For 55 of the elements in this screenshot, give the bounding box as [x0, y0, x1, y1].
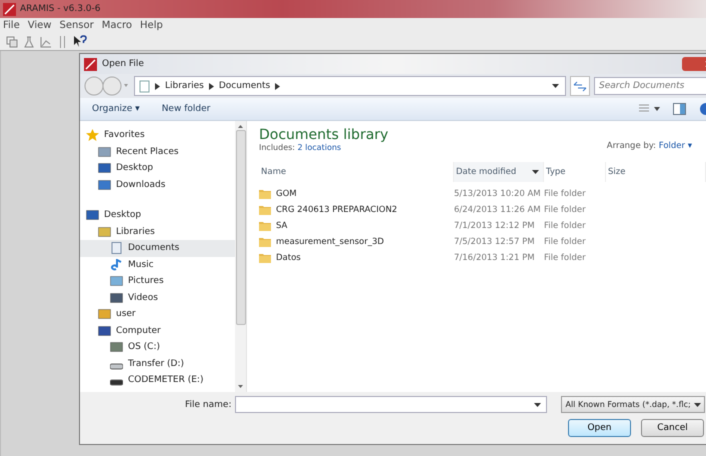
- nav-item[interactable]: Music: [80, 256, 235, 273]
- column-header[interactable]: Size: [606, 162, 706, 182]
- file-type-dropdown[interactable]: All Known Formats (*.dap, *.flc;: [561, 396, 705, 413]
- nav-item[interactable]: Videos: [80, 290, 235, 306]
- open-button[interactable]: Open: [568, 419, 631, 437]
- dialog-title: Open File: [102, 59, 144, 69]
- date-cell-text: 7/1/2013 12:12 PM: [454, 220, 536, 233]
- menu-item[interactable]: File: [3, 20, 20, 31]
- file-name-cell[interactable]: measurement_sensor_3D: [259, 234, 454, 250]
- new-folder-button[interactable]: New folder: [162, 104, 210, 114]
- locations-link[interactable]: 2 locations: [298, 143, 342, 152]
- arrange-dropdown[interactable]: Folder ▾: [658, 141, 692, 151]
- nav-item[interactable]: Libraries: [80, 224, 235, 240]
- nav-item[interactable]: OS (C:): [80, 339, 235, 356]
- date-cell-text: 7/16/2013 1:21 PM: [454, 252, 536, 265]
- file-name-cell[interactable]: SA: [259, 218, 454, 234]
- menu-item[interactable]: Sensor: [59, 20, 94, 31]
- nav-item[interactable]: Recent Places: [80, 144, 235, 160]
- menu-item[interactable]: Macro: [102, 20, 132, 31]
- date-cell-text: 6/24/2013 11:26 AM: [454, 204, 542, 217]
- type-cell-text: File folder: [544, 236, 587, 249]
- column-header[interactable]: Date modified: [454, 162, 544, 182]
- breadcrumb-item[interactable]: Documents: [218, 81, 270, 91]
- type-cell-text: File folder: [544, 188, 587, 201]
- file-name-label: File name:: [185, 400, 232, 410]
- nav-item[interactable]: Favorites: [80, 127, 235, 144]
- organize-menu[interactable]: Organize ▾: [92, 104, 140, 114]
- type-cell-text: File folder: [544, 204, 587, 217]
- menu-item[interactable]: Help: [140, 20, 163, 31]
- nav-item[interactable]: Desktop: [80, 207, 235, 224]
- nav-item[interactable]: user: [80, 306, 235, 322]
- nav-item[interactable]: CODEMETER (E:): [80, 372, 235, 388]
- cancel-button[interactable]: Cancel: [641, 419, 704, 437]
- menu-item[interactable]: View: [28, 20, 52, 31]
- date-cell-text: 5/13/2013 10:20 AM: [454, 188, 542, 201]
- date-cell-text: 7/5/2013 12:57 PM: [454, 236, 536, 249]
- column-header[interactable]: Type: [544, 162, 606, 182]
- nav-item[interactable]: Documents: [80, 240, 235, 256]
- search-field[interactable]: Search Documents: [594, 77, 706, 95]
- nav-item[interactable]: Computer: [80, 322, 235, 339]
- type-cell-text: File folder: [544, 220, 587, 233]
- file-name-cell[interactable]: Datos: [259, 250, 454, 266]
- file-name-cell[interactable]: CRG 240613 PREPARACION2: [259, 202, 454, 218]
- nav-item[interactable]: Desktop: [80, 160, 235, 176]
- app-title: ARAMIS - v6.3.0-6: [20, 4, 101, 14]
- nav-item[interactable]: Pictures: [80, 273, 235, 290]
- breadcrumb-item[interactable]: Libraries: [165, 81, 204, 91]
- includes-label: Includes:: [259, 143, 295, 152]
- nav-item[interactable]: Downloads: [80, 176, 235, 193]
- library-title: Documents library: [259, 127, 388, 143]
- address-bar[interactable]: Libraries Documents: [134, 76, 566, 96]
- nav-item[interactable]: Transfer (D:): [80, 356, 235, 372]
- arrange-label: Arrange by:: [606, 141, 656, 151]
- file-name-cell[interactable]: GOM: [259, 186, 454, 202]
- type-cell-text: File folder: [544, 252, 587, 265]
